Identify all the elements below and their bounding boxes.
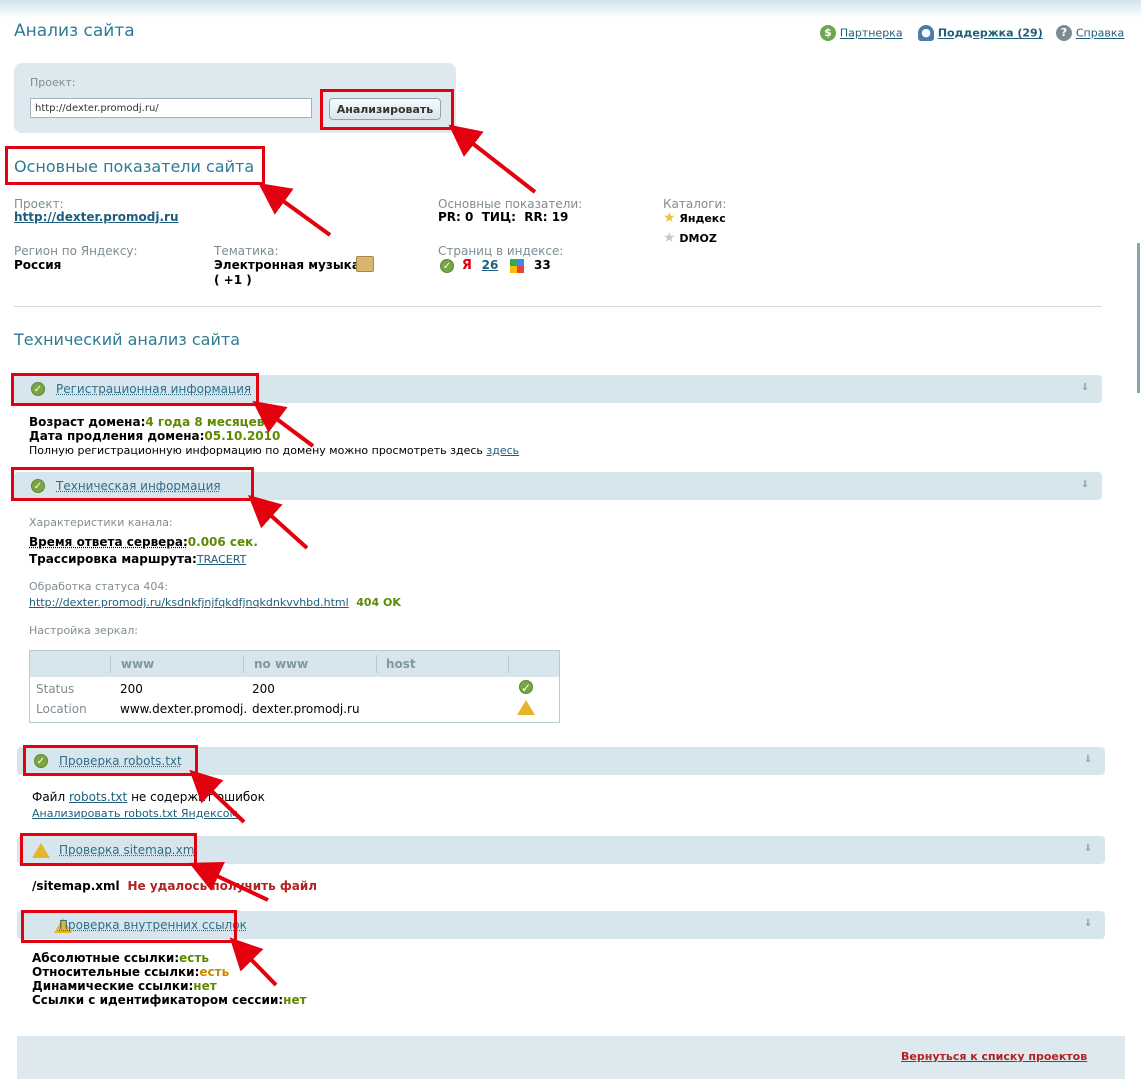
arrow — [189, 862, 269, 902]
arrow — [258, 182, 332, 237]
arrow — [229, 937, 278, 987]
arrow — [448, 124, 537, 194]
arrow — [189, 769, 246, 824]
annotation-arrows — [189, 124, 537, 987]
arrow — [248, 494, 309, 550]
arrow — [252, 400, 315, 448]
